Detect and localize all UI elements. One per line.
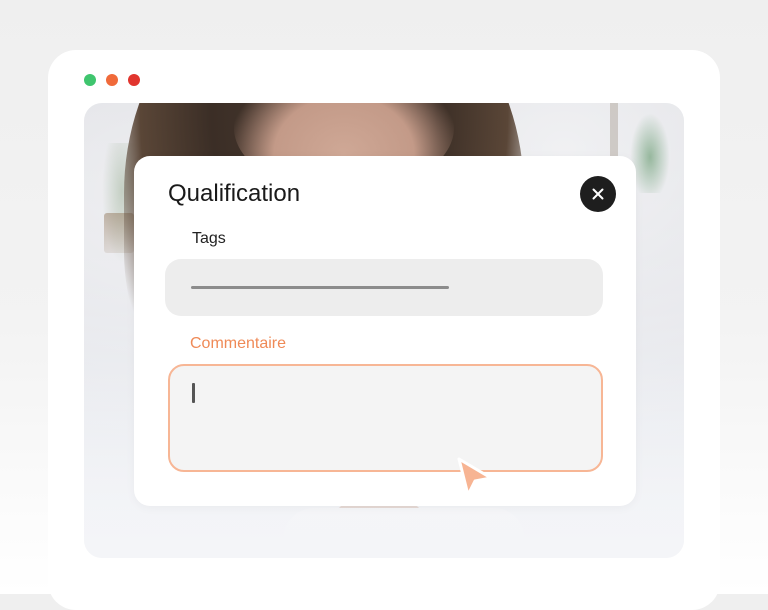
close-button[interactable] (580, 176, 616, 212)
tags-field[interactable] (165, 259, 603, 316)
text-caret (192, 383, 195, 403)
tags-label: Tags (192, 230, 226, 247)
comment-textarea[interactable] (168, 364, 603, 472)
tags-placeholder-line (191, 286, 449, 289)
window-zoom-button[interactable] (84, 74, 96, 86)
window-close-button[interactable] (128, 74, 140, 86)
qualification-modal: Qualification Tags Commentaire (134, 156, 636, 506)
photo-plant-right (630, 113, 670, 193)
comment-label: Commentaire (190, 335, 287, 352)
window-controls (84, 74, 140, 86)
modal-title: Qualification (168, 180, 301, 207)
window-minimize-button[interactable] (106, 74, 118, 86)
close-icon (592, 188, 604, 200)
mouse-pointer-icon (457, 457, 493, 497)
